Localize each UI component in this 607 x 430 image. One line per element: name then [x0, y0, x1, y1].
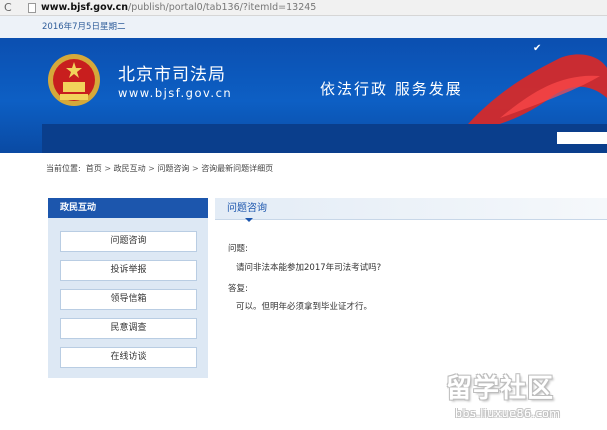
breadcrumb-item-consult[interactable]: 问题咨询	[157, 164, 189, 173]
nav-strip	[42, 124, 607, 153]
question-label: 问题:	[228, 244, 248, 254]
sidebar-item-leader-mailbox[interactable]: 领导信箱	[60, 289, 197, 310]
browser-address-bar[interactable]: C www.bjsf.gov.cn/publish/portal0/tab136…	[0, 0, 607, 16]
sidebar-title: 政民互动	[48, 198, 208, 218]
question-text: 请问非法本能参加2017年司法考试吗?	[236, 263, 382, 273]
breadcrumb-item-interaction[interactable]: 政民互动	[114, 164, 146, 173]
slogan: 依法行政 服务发展	[320, 80, 463, 98]
section-title: 问题咨询	[227, 203, 267, 214]
site-banner: ✔ 北京市司法局 www.bjsf.gov.cn 依法行政 服务发展	[0, 38, 607, 153]
red-ribbon-graphic	[460, 54, 607, 133]
sidebar: 政民互动 问题咨询 投诉举报 领导信箱 民意调查 在线访谈	[48, 198, 208, 378]
sidebar-item-survey[interactable]: 民意调查	[60, 318, 197, 339]
date-bar: 2016年7月5日星期二	[0, 16, 607, 38]
url-field[interactable]: www.bjsf.gov.cn/publish/portal0/tab136/?…	[41, 0, 316, 16]
breadcrumb-item-detail: 咨询最新问题详细页	[201, 164, 274, 173]
sidebar-item-consult[interactable]: 问题咨询	[60, 231, 197, 252]
watermark-title: 留学社区	[446, 374, 555, 404]
page-icon	[28, 3, 36, 13]
answer-label: 答复:	[228, 284, 248, 294]
breadcrumb-prefix: 当前位置:	[46, 164, 81, 173]
emblem-logo	[48, 54, 100, 106]
site-title: 北京市司法局	[118, 65, 226, 85]
sidebar-item-interview[interactable]: 在线访谈	[60, 347, 197, 368]
breadcrumb-item-home[interactable]: 首页	[86, 164, 102, 173]
sidebar-item-complaint[interactable]: 投诉举报	[60, 260, 197, 281]
answer-text: 可以。但明年必须拿到毕业证才行。	[236, 302, 373, 312]
site-url-text: www.bjsf.gov.cn	[118, 86, 233, 100]
bird-icon: ✔	[533, 43, 542, 54]
section-marker-icon	[245, 218, 253, 222]
search-box[interactable]	[557, 132, 607, 144]
reload-icon[interactable]: C	[4, 0, 12, 16]
section-header: 问题咨询	[215, 198, 607, 222]
watermark-url: bbs.liuxue86.com	[455, 407, 561, 420]
breadcrumb: 当前位置: 首页 > 政民互动 > 问题咨询 > 咨询最新问题详细页	[46, 164, 274, 173]
current-date: 2016年7月5日星期二	[42, 22, 126, 32]
